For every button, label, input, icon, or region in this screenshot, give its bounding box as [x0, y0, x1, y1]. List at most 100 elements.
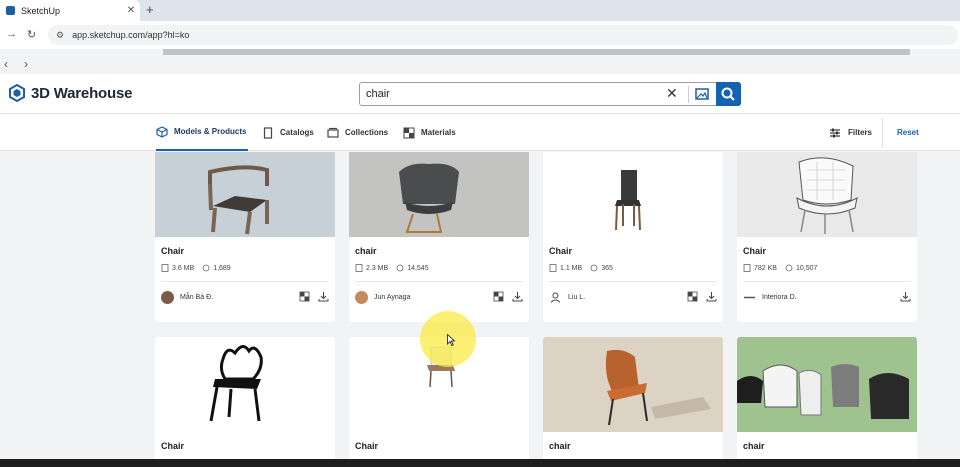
model-thumbnail[interactable] — [155, 337, 335, 432]
3d-view-icon[interactable] — [493, 291, 504, 302]
tab-label: Collections — [345, 128, 389, 137]
author[interactable]: Interiora D. — [743, 291, 797, 304]
model-thumbnail[interactable] — [349, 152, 529, 237]
search-separator — [688, 86, 689, 103]
image-search-icon[interactable] — [695, 87, 709, 101]
model-name[interactable]: chair — [355, 246, 377, 256]
model-size: 3.6 MB — [172, 264, 195, 272]
model-meta: 3.6 MB 1,689 — [161, 264, 231, 272]
model-name[interactable]: Chair — [743, 246, 766, 256]
download-count: 10,507 — [795, 264, 818, 272]
cube-icon — [156, 125, 168, 138]
model-thumbnail[interactable] — [543, 152, 723, 237]
tab-close-icon[interactable]: ✕ — [124, 5, 138, 16]
author-name: Mẫn Bá Đ. — [180, 294, 214, 301]
collections-icon — [327, 127, 339, 138]
browser-toolbar: → ↻ ⚙ app.sketchup.com/app?hl=ko — [0, 21, 960, 49]
new-tab-button[interactable]: + — [146, 2, 154, 17]
author-name: Liu L. — [568, 294, 586, 301]
model-name[interactable]: chair — [549, 441, 571, 451]
app-header: 3D Warehouse ✕ — [0, 74, 960, 114]
taskbar-strip — [0, 459, 960, 467]
forward-chevron-icon[interactable]: › — [24, 57, 28, 71]
toolbar-separator — [882, 118, 883, 148]
download-icon[interactable] — [900, 291, 911, 302]
3d-view-icon[interactable] — [299, 291, 310, 302]
model-thumbnail[interactable] — [737, 152, 917, 237]
model-meta: 2.3 MB 14,545 — [355, 264, 429, 272]
download-count-icon — [785, 264, 793, 272]
model-card[interactable]: Chair 3.6 MB 1,689 Mẫn Bá Đ. — [155, 152, 335, 322]
card-divider — [743, 281, 911, 282]
model-name[interactable]: Chair — [161, 246, 184, 256]
tab-catalogs[interactable]: Catalogs — [262, 114, 314, 151]
3d-view-icon[interactable] — [687, 291, 698, 302]
avatar — [161, 291, 174, 304]
materials-icon — [403, 127, 415, 138]
model-card[interactable]: chair — [737, 337, 917, 459]
results-grid: Chair 3.6 MB 1,689 Mẫn Bá Đ. chair 2.3 M… — [0, 152, 960, 459]
reset-button[interactable]: Reset — [897, 114, 919, 151]
catalog-icon — [263, 126, 273, 139]
browser-tab-title: SketchUp — [21, 5, 61, 16]
tab-collections[interactable]: Collections — [327, 114, 388, 151]
forward-arrow-icon[interactable]: → — [6, 28, 17, 40]
tab-materials[interactable]: Materials — [403, 114, 456, 151]
download-icon[interactable] — [706, 291, 717, 302]
sliders-icon — [830, 128, 840, 137]
category-tabs: Models & Products Catalogs Collections M… — [0, 114, 960, 151]
mouse-pointer-icon — [447, 334, 455, 346]
browser-tab[interactable]: SketchUp ✕ — [0, 0, 140, 21]
filters-button[interactable]: Filters — [829, 114, 872, 151]
filters-label: Filters — [848, 128, 873, 137]
download-count-icon — [396, 264, 404, 272]
model-thumbnail[interactable] — [737, 337, 917, 432]
model-card[interactable]: Chair 782 KB 10,507 Interiora D. — [737, 152, 917, 322]
download-count-icon — [202, 264, 210, 272]
model-thumbnail[interactable] — [155, 152, 335, 237]
file-icon — [161, 264, 169, 272]
model-name[interactable]: chair — [743, 441, 765, 451]
clear-search-icon[interactable]: ✕ — [666, 85, 678, 102]
address-bar[interactable]: ⚙ app.sketchup.com/app?hl=ko — [48, 25, 958, 45]
model-card[interactable]: chair 2.3 MB 14,545 Jun Aynaga — [349, 152, 529, 322]
warehouse-logo[interactable]: 3D Warehouse — [9, 84, 132, 102]
model-card[interactable]: Chair 1.1 MB 365 Liu L. — [543, 152, 723, 322]
author[interactable]: Liu L. — [549, 291, 585, 304]
card-divider — [355, 281, 523, 282]
file-icon — [355, 264, 363, 272]
search-button[interactable] — [716, 82, 741, 106]
search-icon — [721, 87, 735, 101]
download-count: 365 — [601, 264, 613, 272]
model-name[interactable]: Chair — [161, 441, 184, 451]
viewer-scroll-bar[interactable] — [163, 49, 910, 55]
author[interactable]: Mẫn Bá Đ. — [161, 291, 213, 304]
embedded-viewer-strip — [0, 49, 960, 56]
tab-label: Materials — [421, 128, 456, 137]
download-icon[interactable] — [318, 291, 329, 302]
site-settings-icon[interactable]: ⚙ — [56, 30, 64, 41]
card-actions — [291, 291, 329, 302]
model-thumbnail[interactable] — [543, 337, 723, 432]
model-card[interactable]: chair — [543, 337, 723, 459]
browser-tab-bar: SketchUp ✕ + — [0, 0, 960, 21]
file-icon — [743, 264, 751, 272]
download-icon[interactable] — [512, 291, 523, 302]
download-count: 1,689 — [213, 264, 231, 272]
model-size: 782 KB — [754, 264, 777, 272]
card-actions — [485, 291, 523, 302]
reload-icon[interactable]: ↻ — [27, 28, 36, 41]
model-card[interactable]: Chair — [155, 337, 335, 459]
card-actions — [892, 291, 911, 302]
model-meta: 1.1 MB 365 — [549, 264, 613, 272]
model-name[interactable]: Chair — [549, 246, 572, 256]
download-count-icon — [590, 264, 598, 272]
download-count: 14,545 — [407, 264, 429, 272]
user-icon — [550, 292, 561, 304]
model-name[interactable]: Chair — [355, 441, 378, 451]
search-input[interactable] — [366, 86, 656, 102]
back-chevron-icon[interactable]: ‹ — [4, 57, 8, 71]
history-nav: ‹ › — [0, 56, 960, 74]
author[interactable]: Jun Aynaga — [355, 291, 410, 304]
tab-models-products[interactable]: Models & Products — [156, 114, 249, 151]
